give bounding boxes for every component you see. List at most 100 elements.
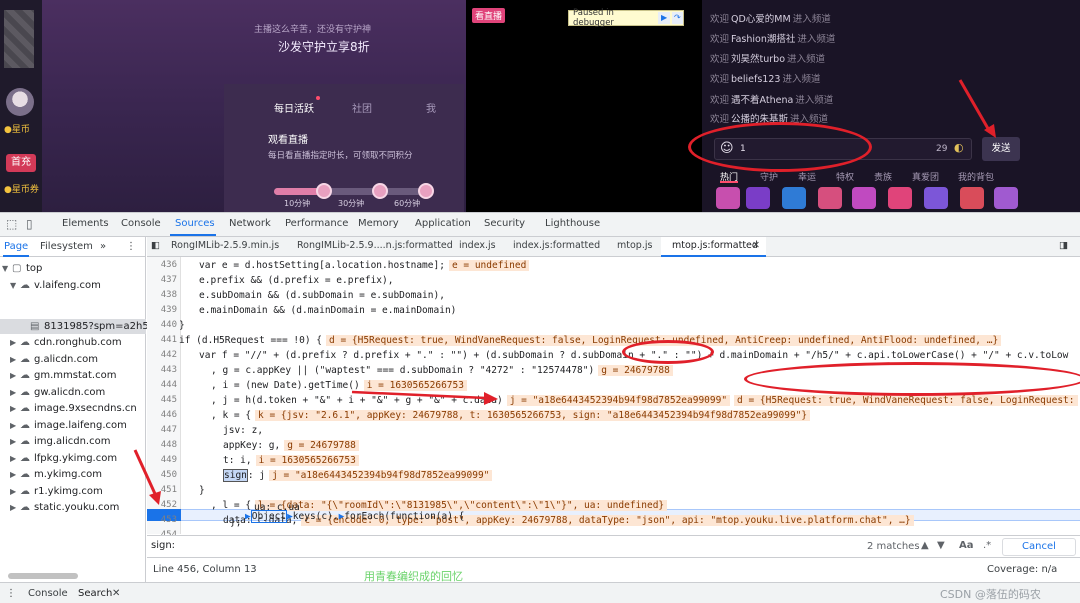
toggle-navigator-icon[interactable]: ◧ <box>151 240 160 251</box>
chat-prefix: 欢迎 <box>710 74 730 85</box>
prev-match-icon[interactable]: ▲ <box>921 540 929 551</box>
line-number[interactable]: 445 <box>147 395 177 405</box>
video-player[interactable] <box>466 0 702 212</box>
tab-lighthouse[interactable]: Lighthouse <box>545 218 600 229</box>
search-input[interactable]: sign: <box>151 540 175 551</box>
tab-security[interactable]: Security <box>484 218 525 229</box>
tab-mine[interactable]: 我 <box>426 100 436 115</box>
bullet-style-icon[interactable]: ◐ <box>954 141 964 154</box>
regex-button[interactable]: .* <box>983 540 991 551</box>
progress-milestone-2[interactable] <box>372 183 388 199</box>
progress-milestone-1[interactable] <box>316 183 332 199</box>
nav-tab-page[interactable]: Page <box>4 241 28 252</box>
coins-label[interactable]: ●星币 <box>4 122 30 135</box>
close-tab-icon[interactable]: ✕ <box>752 240 760 251</box>
gift-item[interactable] <box>782 187 806 209</box>
match-case-button[interactable]: Aa <box>959 540 974 551</box>
gift-tab-privilege[interactable]: 特权 <box>836 170 854 183</box>
gift-item[interactable] <box>924 187 948 209</box>
chat-user[interactable]: 遇不着Athena <box>731 95 793 106</box>
tab-console[interactable]: Console <box>121 218 161 229</box>
file-tab-mtop[interactable]: mtop.js <box>617 240 652 251</box>
gift-item[interactable] <box>852 187 876 209</box>
gift-tab-noble[interactable]: 贵族 <box>874 170 892 183</box>
tree-item-top[interactable]: ▼ ▢ top <box>2 263 42 274</box>
gift-item[interactable] <box>888 187 912 209</box>
tree-item-domain[interactable]: ▶ ☁ image.laifeng.com <box>10 420 127 431</box>
line-number[interactable]: 447 <box>147 425 177 435</box>
gift-item[interactable] <box>960 187 984 209</box>
drawer-tab-console[interactable]: Console <box>28 588 68 599</box>
tab-elements[interactable]: Elements <box>62 218 109 229</box>
next-match-icon[interactable]: ▼ <box>937 540 945 551</box>
tab-daily-active[interactable]: 每日活跃 <box>274 100 314 115</box>
tree-item-domain[interactable]: ▶ ☁ gm.mmstat.com <box>10 370 116 381</box>
gift-item[interactable] <box>994 187 1018 209</box>
tree-item-domain[interactable]: ▶ ☁ lfpkg.ykimg.com <box>10 453 117 464</box>
line-number[interactable]: 453 <box>147 515 177 525</box>
chat-user[interactable]: Fashion潮搭社 <box>731 34 795 45</box>
line-number[interactable]: 437 <box>147 275 177 285</box>
progress-milestone-3[interactable] <box>418 183 434 199</box>
step-over-icon[interactable]: ↷ <box>671 12 683 24</box>
toggle-debugger-icon[interactable]: ◨ <box>1059 240 1068 251</box>
tree-item-domain[interactable]: ▶ ☁ g.alicdn.com <box>10 354 98 365</box>
cancel-button[interactable]: Cancel <box>1002 538 1076 556</box>
gift-item[interactable] <box>818 187 842 209</box>
tab-performance[interactable]: Performance <box>285 218 348 229</box>
file-tab-rongim-formatted[interactable]: RongIMLib-2.5.9....n.js:formatted <box>297 240 453 251</box>
line-number[interactable]: 438 <box>147 290 177 300</box>
tab-team[interactable]: 社团 <box>352 100 372 115</box>
nav-more-icon[interactable]: » <box>100 241 106 252</box>
file-tab-index-formatted[interactable]: index.js:formatted <box>513 240 600 251</box>
tab-sources[interactable]: Sources <box>175 218 215 229</box>
tab-memory[interactable]: Memory <box>358 218 399 229</box>
kebab-menu-icon[interactable]: ⋮ <box>126 241 136 252</box>
drawer-menu-icon[interactable]: ⋮ <box>6 588 16 599</box>
tree-item-domain[interactable]: ▶ ☁ static.youku.com <box>10 502 119 513</box>
line-number[interactable]: 444 <box>147 380 177 390</box>
gift-tab-backpack[interactable]: 我的背包 <box>958 170 994 183</box>
line-number[interactable]: 436 <box>147 260 177 270</box>
file-tab-index[interactable]: index.js <box>459 240 496 251</box>
line-number[interactable]: 439 <box>147 305 177 315</box>
line-number[interactable]: 442 <box>147 350 177 360</box>
device-toolbar-icon[interactable]: ▯ <box>26 217 33 231</box>
file-tab-rongim-min[interactable]: RongIMLib-2.5.9.min.js <box>171 240 279 251</box>
line-number[interactable]: 440 <box>147 320 177 330</box>
gift-tab-lucky[interactable]: 幸运 <box>798 170 816 183</box>
gift-item[interactable] <box>746 187 770 209</box>
tree-item-domain[interactable]: ▶ ☁ cdn.ronghub.com <box>10 337 122 348</box>
chat-user[interactable]: QD心爱的MM <box>731 14 791 25</box>
user-avatar[interactable] <box>6 88 34 116</box>
code-line-451: } <box>199 485 205 496</box>
guard-title[interactable]: 沙发守护立享8折 <box>278 38 370 55</box>
coverage-status[interactable]: Coverage: n/a <box>987 564 1057 575</box>
gift-tab-fanclub[interactable]: 真爱团 <box>912 170 939 183</box>
drawer-tab-search[interactable]: Search <box>78 588 112 599</box>
tree-item-domain[interactable]: ▶ ☁ gw.alicdn.com <box>10 387 105 398</box>
tab-network[interactable]: Network <box>229 218 271 229</box>
tree-item-domain[interactable]: ▶ ☁ m.ykimg.com <box>10 469 102 480</box>
tree-item-domain[interactable]: ▶ ☁ r1.ykimg.com <box>10 486 103 497</box>
gift-item[interactable] <box>716 187 740 209</box>
navigator-scrollbar[interactable] <box>8 573 78 579</box>
nav-tab-filesystem[interactable]: Filesystem <box>40 241 93 252</box>
tree-item-v-laifeng[interactable]: ▼ ☁ v.laifeng.com <box>10 280 101 291</box>
recharge-button[interactable]: 首充 <box>6 154 36 172</box>
chat-user[interactable]: beliefs123 <box>731 74 780 85</box>
close-drawer-tab-icon[interactable]: ✕ <box>112 588 120 599</box>
line-number[interactable]: 446 <box>147 410 177 420</box>
tree-item-selected-file[interactable]: ▤ 8131985?spm=a2h55.8 <box>30 321 165 332</box>
line-number[interactable]: 443 <box>147 365 177 375</box>
line-number[interactable]: 441 <box>147 335 177 345</box>
coupon-label[interactable]: ●星币券 <box>4 182 39 195</box>
inspect-element-icon[interactable]: ⬚ <box>6 217 17 231</box>
tree-item-domain[interactable]: ▶ ☁ img.alicdn.com <box>10 436 110 447</box>
send-button[interactable]: 发送 <box>982 137 1020 161</box>
resume-icon[interactable]: ▶ <box>658 12 670 24</box>
tab-application[interactable]: Application <box>415 218 471 229</box>
tree-item-domain[interactable]: ▶ ☁ image.9xsecndns.cn <box>10 403 137 414</box>
file-tab-mtop-formatted[interactable]: mtop.js:formatted <box>672 240 758 251</box>
chat-user[interactable]: 刘昊然turbo <box>731 54 785 65</box>
